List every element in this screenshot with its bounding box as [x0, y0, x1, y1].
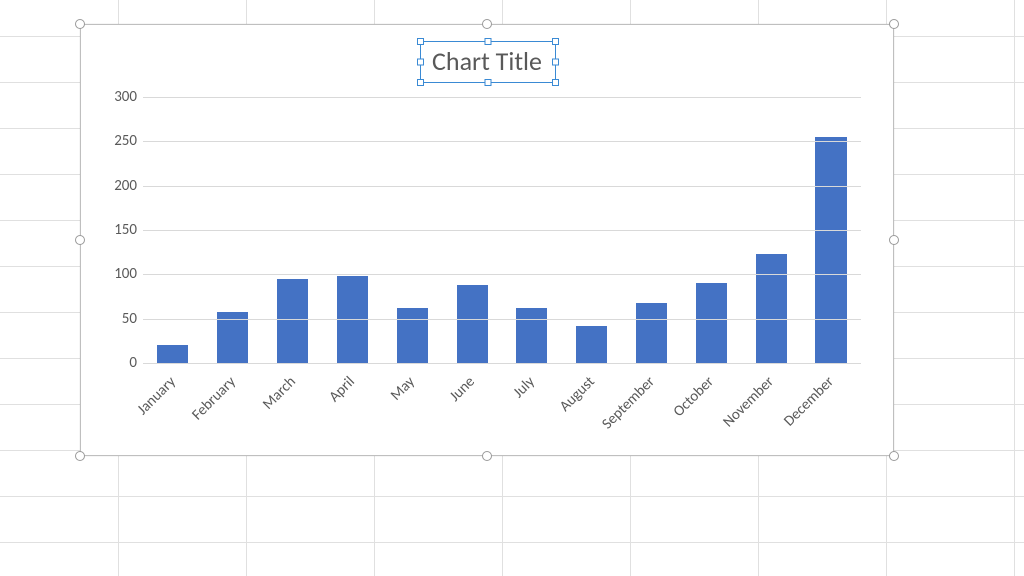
resize-handle-left[interactable] [75, 235, 85, 245]
bar[interactable] [636, 303, 667, 363]
y-axis-tick-label: 200 [114, 177, 143, 195]
bar[interactable] [516, 308, 547, 363]
plot-area[interactable]: JanuaryFebruaryMarchAprilMayJuneJulyAugu… [143, 97, 861, 363]
gridline [143, 363, 861, 364]
gridline [143, 186, 861, 187]
y-axis-tick-label: 100 [114, 265, 143, 283]
chart-inner: Chart Title JanuaryFebruaryMarchAprilMay… [95, 39, 879, 441]
resize-handle-top-left[interactable] [75, 19, 85, 29]
gridline [143, 319, 861, 320]
bar[interactable] [756, 254, 787, 363]
resize-handle-bottom[interactable] [482, 451, 492, 461]
bar[interactable] [457, 285, 488, 363]
resize-handle-bottom-left[interactable] [75, 451, 85, 461]
gridline [143, 274, 861, 275]
gridline [143, 141, 861, 142]
resize-handle-bottom-right[interactable] [889, 451, 899, 461]
gridline [143, 97, 861, 98]
resize-handle-top-right[interactable] [889, 19, 899, 29]
bar[interactable] [815, 137, 846, 363]
y-axis-tick-label: 0 [129, 354, 143, 372]
gridline [143, 230, 861, 231]
chart-title[interactable]: Chart Title [422, 43, 552, 79]
chart-object[interactable]: Chart Title JanuaryFebruaryMarchAprilMay… [80, 24, 894, 456]
y-axis-tick-label: 50 [122, 310, 143, 328]
y-axis-tick-label: 150 [114, 221, 143, 239]
bar[interactable] [696, 283, 727, 363]
y-axis-tick-label: 250 [114, 132, 143, 150]
y-axis-tick-label: 300 [114, 88, 143, 106]
resize-handle-top[interactable] [482, 19, 492, 29]
resize-handle-right[interactable] [889, 235, 899, 245]
bar[interactable] [277, 279, 308, 363]
